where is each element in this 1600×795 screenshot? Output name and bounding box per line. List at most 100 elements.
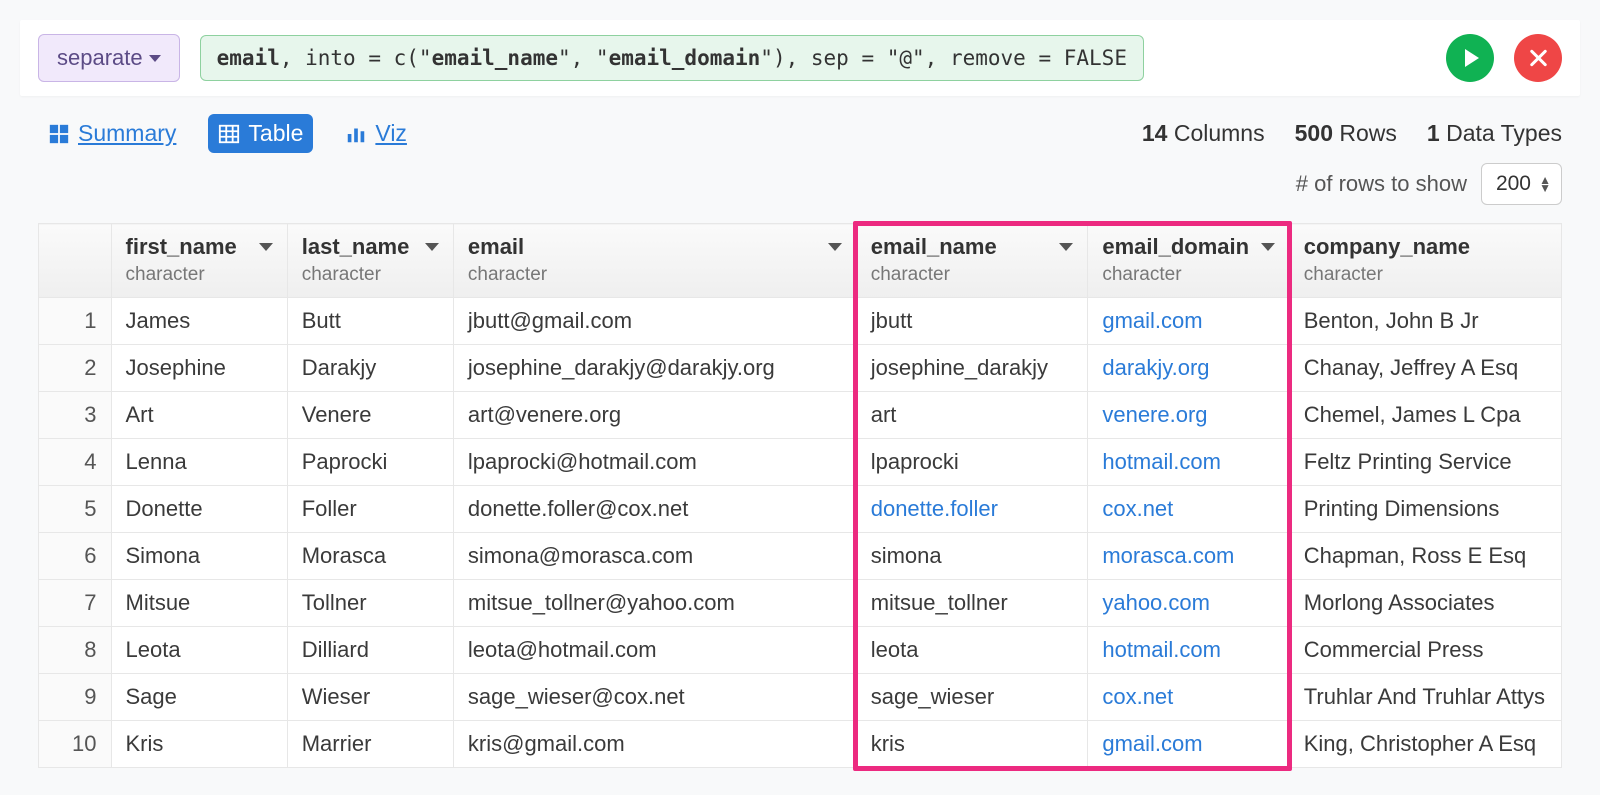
row-number: 1 xyxy=(39,298,112,345)
chevron-down-icon xyxy=(259,243,273,251)
column-type: character xyxy=(468,264,842,286)
cell-first_name: Sage xyxy=(111,674,287,721)
column-name: last_name xyxy=(302,234,410,260)
cell-last_name: Darakjy xyxy=(287,345,453,392)
caret-down-icon xyxy=(149,55,161,62)
column-header-email[interactable]: email character xyxy=(453,224,856,298)
command-dropdown-label: separate xyxy=(57,45,143,71)
row-number: 2 xyxy=(39,345,112,392)
column-header-last_name[interactable]: last_namecharacter xyxy=(287,224,453,298)
command-code: email, into = c("email_name", "email_dom… xyxy=(200,35,1144,81)
cell-last_name: Tollner xyxy=(287,580,453,627)
cell-company_name: Truhlar And Truhlar Attys xyxy=(1289,674,1561,721)
cell-email_domain: hotmail.com xyxy=(1088,439,1289,486)
cell-company_name: Chanay, Jeffrey A Esq xyxy=(1289,345,1561,392)
cell-last_name: Dilliard xyxy=(287,627,453,674)
command-dropdown[interactable]: separate xyxy=(38,34,180,82)
cell-first_name: Art xyxy=(111,392,287,439)
table-row: 4LennaPaprockilpaprocki@hotmail.comlpapr… xyxy=(39,439,1562,486)
cell-first_name: Josephine xyxy=(111,345,287,392)
run-button[interactable] xyxy=(1446,34,1494,82)
chevron-down-icon xyxy=(1059,243,1073,251)
cell-first_name: Lenna xyxy=(111,439,287,486)
tab-summary-label: Summary xyxy=(78,120,176,147)
cell-first_name: Mitsue xyxy=(111,580,287,627)
data-stats: 14 Columns 500 Rows 1 Data Types xyxy=(1142,120,1562,147)
cell-email_domain: morasca.com xyxy=(1088,533,1289,580)
cell-first_name: Donette xyxy=(111,486,287,533)
row-number: 8 xyxy=(39,627,112,674)
rows-to-show-label: # of rows to show xyxy=(1296,171,1467,197)
cell-email: art@venere.org xyxy=(453,392,856,439)
column-name: email xyxy=(468,234,524,260)
tab-viz[interactable]: Viz xyxy=(335,114,417,153)
close-icon xyxy=(1529,49,1547,67)
cell-company_name: Chemel, James L Cpa xyxy=(1289,392,1561,439)
cell-email_domain: gmail.com xyxy=(1088,721,1289,768)
column-name: email_domain xyxy=(1102,234,1249,260)
cell-last_name: Butt xyxy=(287,298,453,345)
cell-company_name: Morlong Associates xyxy=(1289,580,1561,627)
chevron-down-icon xyxy=(1261,243,1275,251)
cell-email: simona@morasca.com xyxy=(453,533,856,580)
cell-email: mitsue_tollner@yahoo.com xyxy=(453,580,856,627)
rows-to-show-select[interactable]: 200 ▲▼ xyxy=(1481,163,1562,205)
cell-email: donette.foller@cox.net xyxy=(453,486,856,533)
table-row: 8LeotaDilliardleota@hotmail.comleotahotm… xyxy=(39,627,1562,674)
cell-email_name: sage_wieser xyxy=(856,674,1088,721)
cell-email: lpaprocki@hotmail.com xyxy=(453,439,856,486)
stepper-icon: ▲▼ xyxy=(1539,176,1551,192)
cell-email_name: kris xyxy=(856,721,1088,768)
cell-company_name: Benton, John B Jr xyxy=(1289,298,1561,345)
cell-first_name: Simona xyxy=(111,533,287,580)
row-number: 4 xyxy=(39,439,112,486)
column-type: character xyxy=(126,264,273,286)
row-number: 3 xyxy=(39,392,112,439)
cell-email_name: lpaprocki xyxy=(856,439,1088,486)
cell-email_name: mitsue_tollner xyxy=(856,580,1088,627)
column-name: email_name xyxy=(871,234,997,260)
table-row: 3ArtVenereart@venere.orgartvenere.orgChe… xyxy=(39,392,1562,439)
table-row: 9SageWiesersage_wieser@cox.netsage_wiese… xyxy=(39,674,1562,721)
rows-to-show-value: 200 xyxy=(1496,172,1531,195)
table-row: 1JamesButtjbutt@gmail.comjbuttgmail.comB… xyxy=(39,298,1562,345)
cell-email: josephine_darakjy@darakjy.org xyxy=(453,345,856,392)
column-header-company_name[interactable]: company_namecharacter xyxy=(1289,224,1561,298)
column-header-first_name[interactable]: first_namecharacter xyxy=(111,224,287,298)
table-row: 7MitsueTollnermitsue_tollner@yahoo.commi… xyxy=(39,580,1562,627)
cell-email_name: leota xyxy=(856,627,1088,674)
cell-last_name: Foller xyxy=(287,486,453,533)
column-name: company_name xyxy=(1304,234,1470,260)
cell-email: jbutt@gmail.com xyxy=(453,298,856,345)
cell-email_domain: cox.net xyxy=(1088,674,1289,721)
cancel-button[interactable] xyxy=(1514,34,1562,82)
cell-company_name: Feltz Printing Service xyxy=(1289,439,1561,486)
cell-email: leota@hotmail.com xyxy=(453,627,856,674)
cell-email_domain: venere.org xyxy=(1088,392,1289,439)
chevron-down-icon xyxy=(425,243,439,251)
column-header-email_domain[interactable]: email_domain character xyxy=(1088,224,1289,298)
cell-email_domain: hotmail.com xyxy=(1088,627,1289,674)
column-header-email_name[interactable]: email_name character xyxy=(856,224,1088,298)
tab-summary[interactable]: Summary xyxy=(38,114,186,153)
cell-email: sage_wieser@cox.net xyxy=(453,674,856,721)
cell-last_name: Venere xyxy=(287,392,453,439)
row-number: 10 xyxy=(39,721,112,768)
cell-last_name: Marrier xyxy=(287,721,453,768)
cell-email_name: art xyxy=(856,392,1088,439)
cell-first_name: Leota xyxy=(111,627,287,674)
chevron-down-icon xyxy=(828,243,842,251)
column-type: character xyxy=(871,264,1074,286)
row-number-header xyxy=(39,224,112,298)
bar-chart-icon xyxy=(345,123,367,145)
cell-company_name: Chapman, Ross E Esq xyxy=(1289,533,1561,580)
cell-first_name: James xyxy=(111,298,287,345)
tab-table[interactable]: Table xyxy=(208,114,313,153)
cell-company_name: King, Christopher A Esq xyxy=(1289,721,1561,768)
table-row: 5DonetteFollerdonette.foller@cox.netdone… xyxy=(39,486,1562,533)
cell-email_domain: darakjy.org xyxy=(1088,345,1289,392)
cell-email_name: simona xyxy=(856,533,1088,580)
cell-company_name: Commercial Press xyxy=(1289,627,1561,674)
tab-viz-label: Viz xyxy=(375,120,407,147)
column-type: character xyxy=(1102,264,1274,286)
